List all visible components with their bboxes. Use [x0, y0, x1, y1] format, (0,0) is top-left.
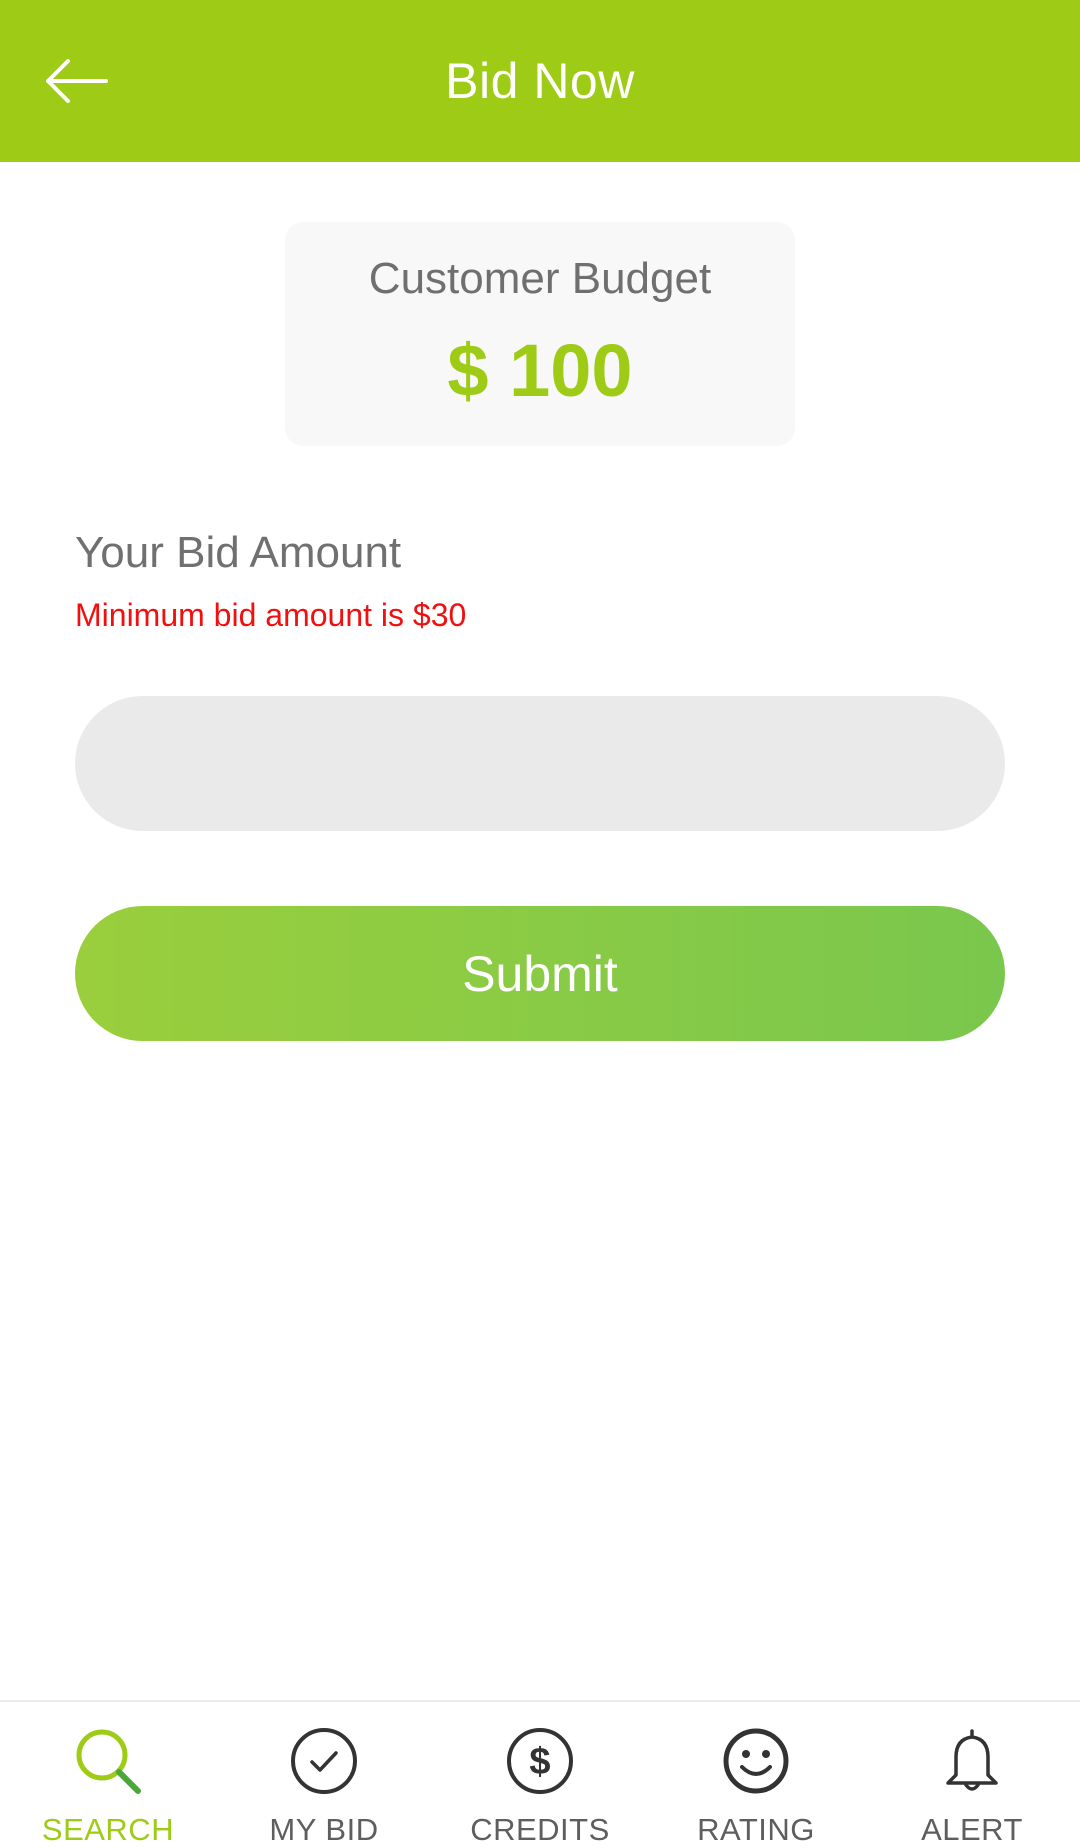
nav-label-alert: ALERT [921, 1812, 1023, 1847]
bid-amount-input[interactable] [75, 696, 1005, 831]
nav-item-credits[interactable]: $ CREDITS [432, 1702, 648, 1848]
nav-label-credits: CREDITS [470, 1812, 610, 1847]
nav-label-search: SEARCH [41, 1812, 175, 1847]
page-title: Bid Now [445, 53, 635, 109]
arrow-left-icon [46, 59, 108, 103]
submit-button[interactable]: Submit [75, 906, 1005, 1041]
nav-label-my-bid: MY BID [269, 1812, 379, 1847]
check-circle-icon [284, 1722, 364, 1800]
bottom-navigation: SEARCH MY BID $ CREDITS RATING ALERT [0, 1700, 1080, 1848]
nav-item-rating[interactable]: RATING [648, 1702, 864, 1848]
bell-icon [932, 1722, 1012, 1800]
svg-text:$: $ [529, 1741, 550, 1783]
bid-amount-label: Your Bid Amount [75, 528, 402, 577]
back-button[interactable] [36, 44, 116, 118]
bid-now-screen: Bid Now Customer Budget $ 100 Your Bid A… [0, 0, 1080, 1848]
app-header: Bid Now [0, 0, 1080, 162]
nav-label-rating: RATING [697, 1812, 815, 1847]
search-icon [68, 1722, 148, 1800]
minimum-bid-hint: Minimum bid amount is $30 [75, 597, 467, 633]
nav-item-alert[interactable]: ALERT [864, 1702, 1080, 1848]
customer-budget-card: Customer Budget $ 100 [285, 222, 795, 446]
nav-item-search[interactable]: SEARCH [0, 1702, 216, 1848]
dollar-circle-icon: $ [500, 1722, 580, 1800]
smiley-icon [716, 1722, 796, 1800]
budget-label: Customer Budget [368, 254, 712, 303]
budget-value: $ 100 [447, 329, 633, 412]
nav-item-my-bid[interactable]: MY BID [216, 1702, 432, 1848]
